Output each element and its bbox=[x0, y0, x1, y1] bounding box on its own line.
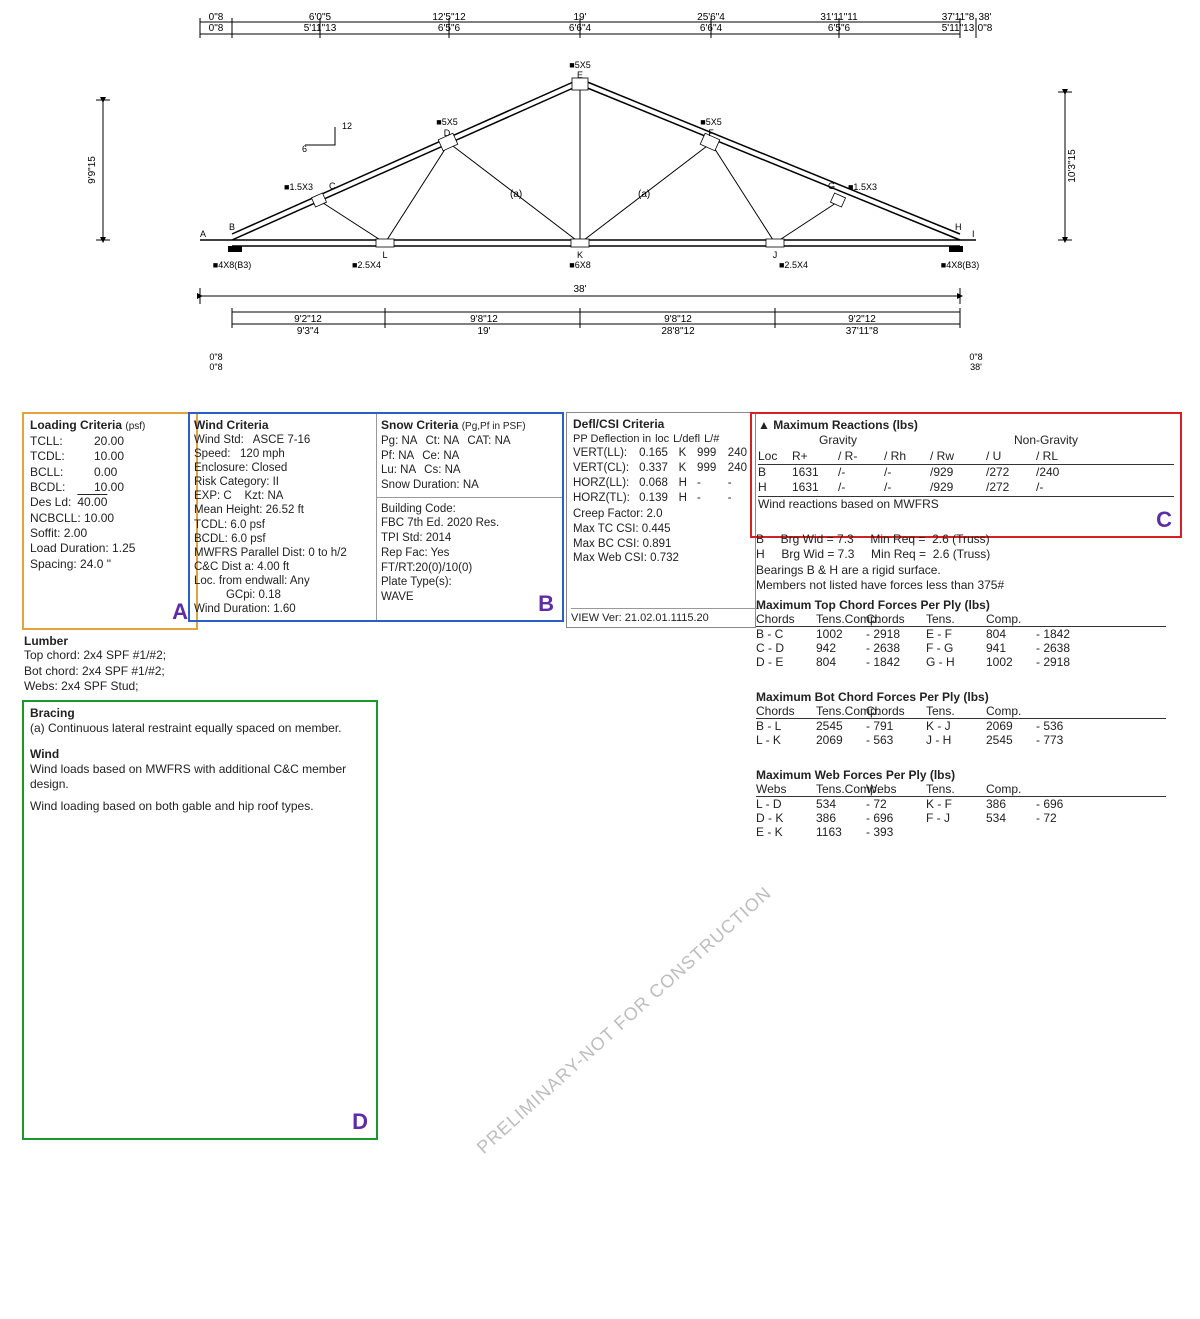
bracing-wind-box: Bracing (a) Continuous lateral restraint… bbox=[22, 700, 378, 1140]
svg-text:9'9"15: 9'9"15 bbox=[87, 156, 98, 184]
letter-B: B bbox=[538, 590, 554, 618]
svg-text:■6X8: ■6X8 bbox=[569, 260, 590, 270]
svg-text:K: K bbox=[577, 250, 583, 260]
svg-text:9'2"12: 9'2"12 bbox=[848, 314, 876, 325]
svg-text:0"8: 0"8 bbox=[209, 352, 222, 362]
svg-text:(a): (a) bbox=[638, 189, 650, 200]
svg-text:A: A bbox=[200, 229, 206, 239]
svg-text:■5X5: ■5X5 bbox=[436, 117, 457, 127]
svg-text:■4X8(B3): ■4X8(B3) bbox=[941, 260, 979, 270]
forces-web: Maximum Web Forces Per Ply (lbs) WebsTen… bbox=[756, 768, 1166, 839]
svg-text:J: J bbox=[773, 250, 778, 260]
svg-text:9'8"12: 9'8"12 bbox=[470, 314, 498, 325]
wind-snow-code-box: Wind Criteria Wind Std: ASCE 7-16 Speed:… bbox=[188, 412, 564, 622]
svg-text:G: G bbox=[828, 181, 835, 191]
svg-text:0"8: 0"8 bbox=[969, 352, 982, 362]
svg-text:28'8"12: 28'8"12 bbox=[661, 326, 695, 337]
letter-C: C bbox=[1156, 506, 1172, 534]
svg-text:0"8: 0"8 bbox=[978, 23, 993, 34]
truss-diagram: 0"80"8 6'0"55'11"13 12'5"126'5"6 19'6'6"… bbox=[0, 0, 1200, 400]
svg-text:B: B bbox=[229, 222, 235, 232]
bearings-notes: B Brg Wid = 7.3 Min Req = 2.6 (Truss) H … bbox=[756, 532, 1166, 593]
svg-text:I: I bbox=[972, 229, 975, 239]
forces-bot-chord: Maximum Bot Chord Forces Per Ply (lbs) C… bbox=[756, 690, 1166, 747]
svg-text:(a): (a) bbox=[510, 189, 522, 200]
svg-text:12: 12 bbox=[342, 121, 352, 131]
svg-text:9'2"12: 9'2"12 bbox=[294, 314, 322, 325]
svg-text:37'11"8: 37'11"8 bbox=[846, 326, 879, 337]
svg-text:L: L bbox=[382, 250, 387, 260]
lumber-block: Lumber Top chord: 2x4 SPF #1/#2;Bot chor… bbox=[24, 634, 354, 695]
svg-text:H: H bbox=[955, 222, 962, 232]
svg-text:9'3"4: 9'3"4 bbox=[297, 326, 320, 337]
svg-text:38': 38' bbox=[970, 362, 982, 372]
svg-text:37'11"8: 37'11"8 bbox=[942, 12, 975, 23]
forces-top-chord: Maximum Top Chord Forces Per Ply (lbs) C… bbox=[756, 598, 1166, 669]
svg-text:■5X5: ■5X5 bbox=[700, 117, 721, 127]
letter-D: D bbox=[352, 1108, 368, 1136]
svg-text:E: E bbox=[577, 70, 583, 80]
svg-text:■4X8(B3): ■4X8(B3) bbox=[213, 260, 251, 270]
svg-text:19': 19' bbox=[477, 326, 490, 337]
watermark: PRELIMINARY-NOT FOR CONSTRUCTION bbox=[473, 883, 776, 1159]
svg-text:D: D bbox=[444, 128, 451, 138]
defl-csi-box: Defl/CSI Criteria PP Deflection inlocL/d… bbox=[566, 412, 756, 628]
svg-text:0"8: 0"8 bbox=[209, 362, 222, 372]
svg-text:5'11"13: 5'11"13 bbox=[942, 23, 975, 34]
svg-text:9'8"12: 9'8"12 bbox=[664, 314, 692, 325]
svg-text:C: C bbox=[329, 181, 336, 191]
svg-text:0"8: 0"8 bbox=[209, 12, 224, 23]
loading-criteria-box: Loading Criteria (psf) TCLL:20.00TCDL:10… bbox=[22, 412, 198, 630]
letter-A: A bbox=[172, 598, 188, 626]
svg-text:10'3"15: 10'3"15 bbox=[1067, 149, 1078, 183]
svg-text:0"8: 0"8 bbox=[209, 23, 224, 34]
svg-text:■1.5X3: ■1.5X3 bbox=[848, 182, 877, 192]
svg-text:■5X5: ■5X5 bbox=[569, 60, 590, 70]
max-reactions-box: ▲ Maximum Reactions (lbs) GravityNon-Gra… bbox=[750, 412, 1182, 538]
svg-text:F: F bbox=[708, 128, 714, 138]
svg-text:6: 6 bbox=[302, 144, 307, 154]
svg-text:■2.5X4: ■2.5X4 bbox=[779, 260, 808, 270]
svg-text:■2.5X4: ■2.5X4 bbox=[352, 260, 381, 270]
svg-text:38': 38' bbox=[978, 12, 991, 23]
svg-text:38': 38' bbox=[573, 284, 586, 295]
svg-text:■1.5X3: ■1.5X3 bbox=[284, 182, 313, 192]
